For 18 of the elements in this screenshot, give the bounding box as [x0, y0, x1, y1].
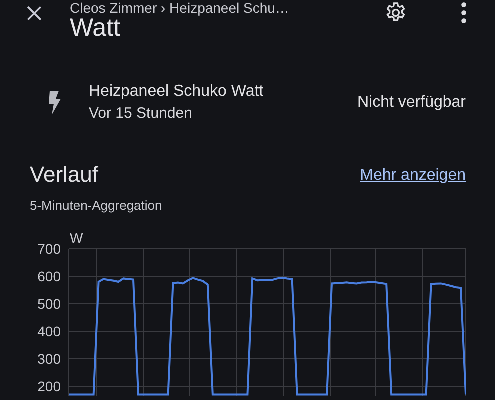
aggregation-subtitle: 5-Minuten-Aggregation	[30, 197, 164, 215]
breadcrumb: Cleos Zimmer › Heizpaneel Schu…	[70, 0, 290, 16]
y-axis-label: 600	[38, 268, 61, 284]
entity-state: Nicht verfügbar	[358, 93, 466, 113]
y-axis-unit: W	[70, 230, 84, 246]
lightning-bolt-icon	[48, 91, 62, 115]
y-axis-label: 200	[38, 378, 61, 394]
y-axis-label: 300	[38, 350, 61, 366]
last-changed: Vor 15 Stunden	[89, 104, 194, 124]
close-icon[interactable]	[26, 5, 43, 22]
y-axis-label: 400	[38, 323, 61, 339]
y-axis-label: 700	[38, 240, 61, 256]
more-options-icon[interactable]	[461, 2, 467, 24]
show-more-link[interactable]: Mehr anzeigen	[360, 164, 466, 188]
y-axis-label: 500	[38, 296, 61, 312]
entity-name: Heizpaneel Schuko Watt	[89, 82, 264, 102]
page-title: Watt	[70, 14, 122, 42]
section-title: Verlauf	[30, 162, 98, 188]
